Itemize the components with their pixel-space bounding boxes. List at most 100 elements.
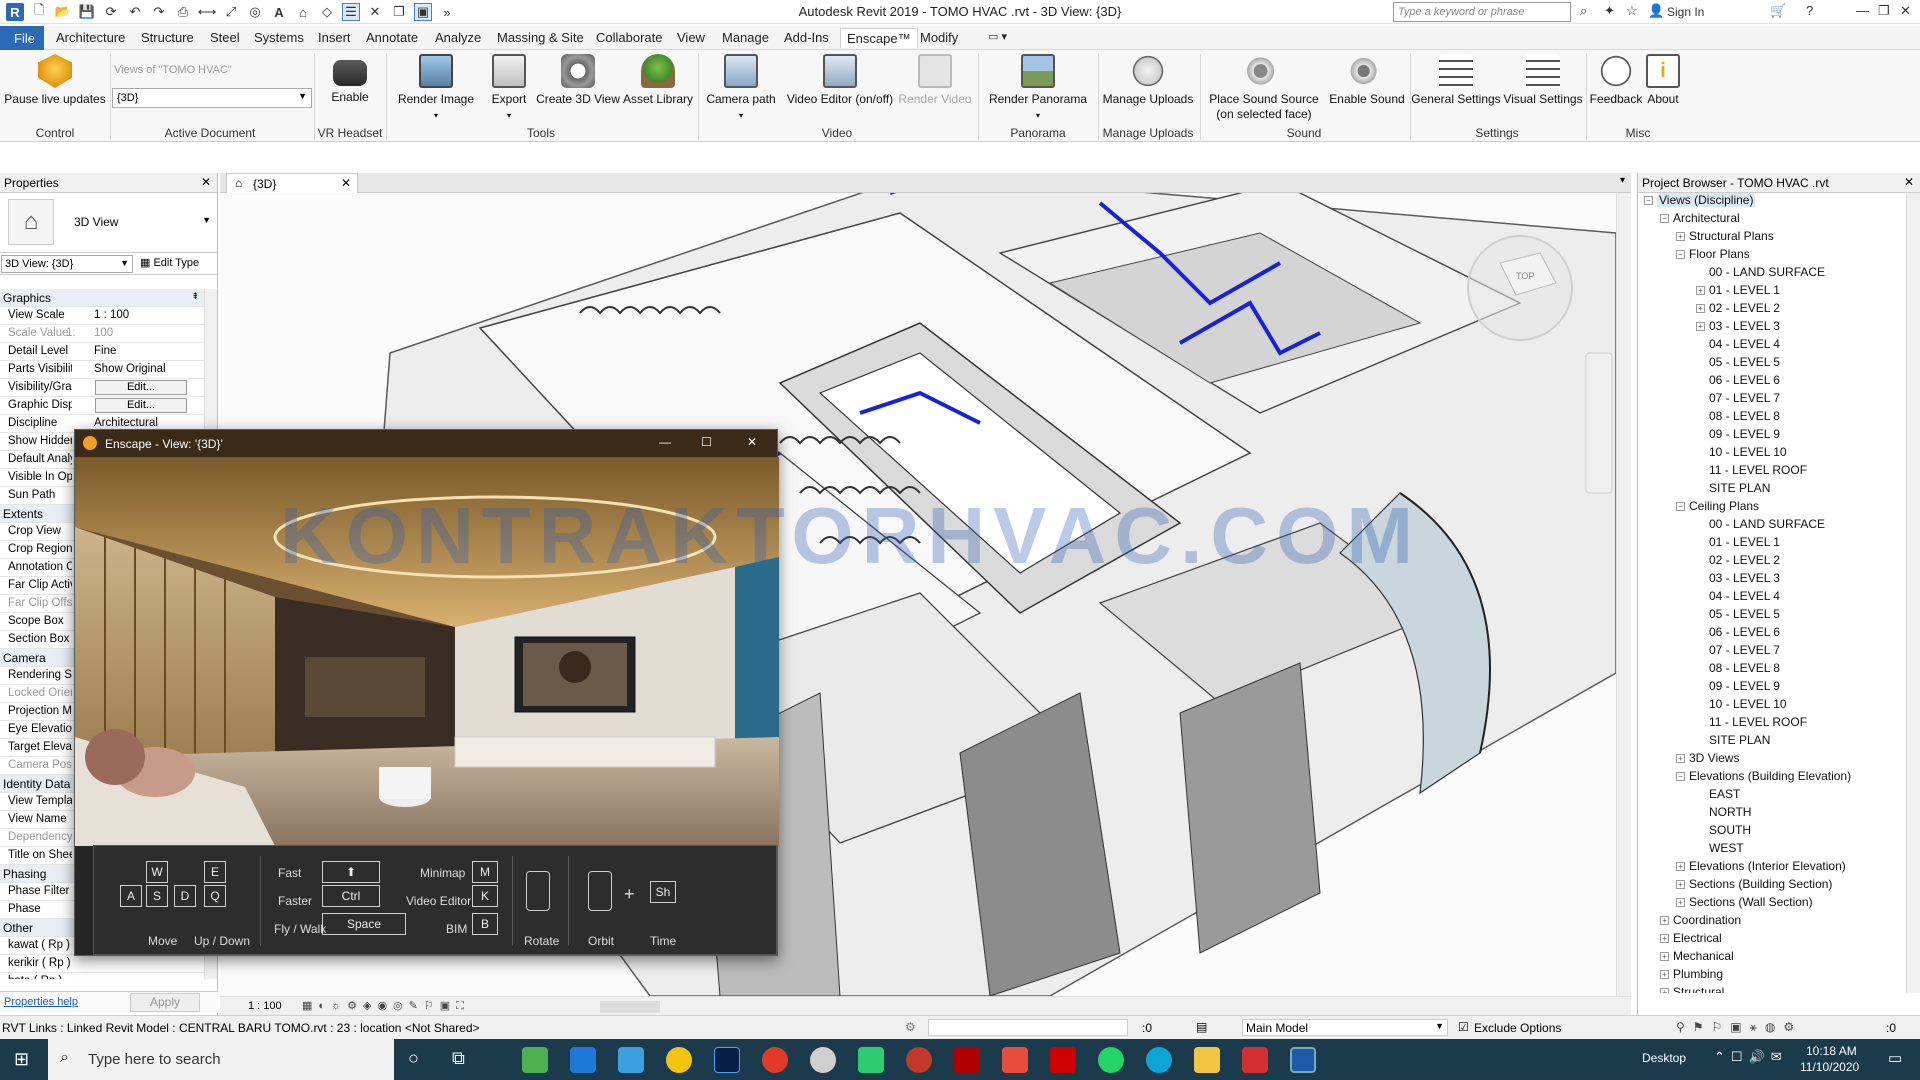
video-editor-toggle[interactable]: Video Editor (on/off) [784, 54, 896, 107]
tree-node[interactable]: − Floor Plans [1676, 247, 1750, 261]
tree-leaf[interactable]: SITE PLAN [1696, 733, 1770, 747]
binoculars-icon[interactable]: ⌕ [1580, 3, 1587, 19]
cart-icon[interactable]: 🛒 [1770, 3, 1786, 19]
tree-leaf[interactable]: SOUTH [1696, 823, 1751, 837]
expand-icon[interactable]: + [1676, 232, 1685, 241]
property-value[interactable]: 1 : 100 [94, 309, 129, 321]
expand-icon[interactable]: + [1676, 898, 1685, 907]
tab-file[interactable]: File [0, 26, 44, 50]
expand-icon[interactable]: + [1696, 322, 1705, 331]
tree-root[interactable]: − Views (Discipline) [1644, 193, 1756, 207]
tree-leaf[interactable]: 10 - LEVEL 10 [1696, 445, 1787, 459]
view-tab-3d[interactable]: ⌂ {3D} ✕ [226, 173, 358, 193]
tree-leaf[interactable]: 04 - LEVEL 4 [1696, 589, 1780, 603]
collapse-icon[interactable]: − [1676, 250, 1685, 259]
tab-structure[interactable]: Structure [141, 30, 194, 45]
collapse-icon[interactable]: − [1676, 772, 1685, 781]
app-icon-red[interactable] [906, 1047, 932, 1073]
close-icon[interactable]: ✕ [1904, 175, 1914, 189]
sign-in-link[interactable]: Sign In [1667, 5, 1704, 19]
collapse-icon[interactable]: − [1644, 196, 1653, 205]
edit-button[interactable]: Edit... [95, 398, 187, 413]
type-selector[interactable]: ⌂ 3D View ▼ [0, 193, 217, 253]
design-options-icon[interactable]: ▤ [1196, 1020, 1207, 1034]
whatsapp-icon[interactable] [1098, 1047, 1124, 1073]
expand-icon[interactable]: + [1660, 952, 1669, 961]
instance-selector[interactable]: 3D View: {3D} ▼ [1, 255, 133, 273]
browser-scrollbar[interactable] [1906, 193, 1920, 993]
ribbon-options-icon[interactable]: ▭ ▾ [988, 30, 1007, 43]
collapse-icon[interactable]: − [1660, 214, 1669, 223]
general-settings-button[interactable]: General Settings [1410, 54, 1502, 107]
pen-app-icon[interactable] [618, 1047, 644, 1073]
create-3d-view-button[interactable]: Create 3D View [536, 54, 620, 107]
tree-node[interactable]: − Architectural [1660, 211, 1740, 225]
tree-leaf[interactable]: 06 - LEVEL 6 [1696, 373, 1780, 387]
export-button[interactable]: Export ▾ [488, 54, 530, 123]
tab-steel[interactable]: Steel [210, 30, 240, 45]
close-icon[interactable]: ✕ [1900, 3, 1911, 19]
phone-icon[interactable] [858, 1047, 884, 1073]
expand-icon[interactable]: + [1660, 988, 1669, 993]
tree-leaf[interactable]: 00 - LAND SURFACE [1696, 265, 1825, 279]
tree-leaf[interactable]: EAST [1696, 787, 1740, 801]
search-input[interactable]: Type a keyword or phrase [1393, 2, 1571, 22]
app-icon-camera[interactable] [1002, 1047, 1028, 1073]
visual-settings-button[interactable]: Visual Settings [1502, 54, 1584, 107]
close-icon[interactable]: ✕ [341, 176, 351, 190]
tab-manage[interactable]: Manage [722, 30, 769, 45]
subscription-icon[interactable]: ✦ [1604, 3, 1615, 19]
property-value[interactable]: 100 [94, 327, 113, 339]
property-row[interactable]: kerikir ( Rp ) [0, 955, 205, 973]
manage-uploads-button[interactable]: Manage Uploads [1100, 54, 1196, 107]
property-value[interactable]: Architectural [94, 417, 158, 429]
expand-icon[interactable]: + [1696, 304, 1705, 313]
render-image-button[interactable]: Render Image ▾ [396, 54, 476, 123]
tray-icons[interactable]: ⌃☐🔊✉ [1714, 1049, 1788, 1065]
tree-node[interactable]: + Coordination [1660, 913, 1741, 927]
opera-icon[interactable] [762, 1047, 788, 1073]
expand-icon[interactable]: + [1676, 880, 1685, 889]
tree-node[interactable]: + Sections (Wall Section) [1676, 895, 1813, 909]
tree-leaf[interactable]: 05 - LEVEL 5 [1696, 355, 1780, 369]
tab-annotate[interactable]: Annotate [366, 30, 418, 45]
tree-leaf[interactable]: 07 - LEVEL 7 [1696, 391, 1780, 405]
tree-leaf[interactable]: 02 - LEVEL 2 [1696, 553, 1780, 567]
about-button[interactable]: i About [1640, 54, 1686, 107]
property-row[interactable]: Visibility/Grap... Edit... [0, 379, 205, 397]
tab-modify[interactable]: Modify [920, 30, 958, 45]
tree-node[interactable]: +3D Views [1676, 751, 1739, 765]
tab-insert[interactable]: Insert [318, 30, 351, 45]
tree-leaf[interactable]: 06 - LEVEL 6 [1696, 625, 1780, 639]
vr-enable-button[interactable]: Enable [326, 54, 374, 105]
photoshop-icon[interactable] [714, 1047, 740, 1073]
viewport-vertical-scrollbar[interactable] [1616, 193, 1631, 996]
asset-library-button[interactable]: Asset Library [622, 54, 694, 107]
property-category[interactable]: Graphics ⇞ [0, 289, 205, 307]
properties-help-link[interactable]: Properties help [4, 996, 78, 1008]
chrome-canary-icon[interactable] [666, 1047, 692, 1073]
desktop-toolbar-label[interactable]: Desktop [1642, 1051, 1686, 1065]
user-icon[interactable]: 👤 [1648, 3, 1664, 19]
tab-overflow-icon[interactable]: ▾ [1620, 175, 1625, 186]
minimize-icon[interactable]: — [1856, 3, 1869, 18]
app-icon[interactable] [810, 1047, 836, 1073]
view-scale[interactable]: 1 : 100 [248, 1000, 282, 1012]
windows-start-icon[interactable]: ⊞ [14, 1049, 29, 1070]
tree-leaf[interactable]: 01 - LEVEL 1 [1696, 535, 1780, 549]
app-icon-green[interactable] [522, 1047, 548, 1073]
tree-leaf[interactable]: 08 - LEVEL 8 [1696, 409, 1780, 423]
edit-type-button[interactable]: ▦ Edit Type [140, 256, 199, 269]
tree-leaf[interactable]: 04 - LEVEL 4 [1696, 337, 1780, 351]
render-video-button[interactable]: Render Video [898, 54, 972, 107]
tree-leaf[interactable]: +02 - LEVEL 2 [1696, 301, 1780, 315]
editing-requests[interactable]: :0 [1142, 1021, 1152, 1035]
property-row[interactable]: Parts Visibility Show Original [0, 361, 205, 379]
file-explorer-icon[interactable] [1194, 1047, 1220, 1073]
property-row[interactable]: Scale Value 1: 100 [0, 325, 205, 343]
workset-select[interactable] [928, 1019, 1128, 1036]
close-icon[interactable]: ✕ [747, 435, 757, 449]
property-row[interactable]: Graphic Displ... Edit... [0, 397, 205, 415]
mail-icon[interactable] [570, 1047, 596, 1073]
expand-icon[interactable]: + [1676, 754, 1685, 763]
